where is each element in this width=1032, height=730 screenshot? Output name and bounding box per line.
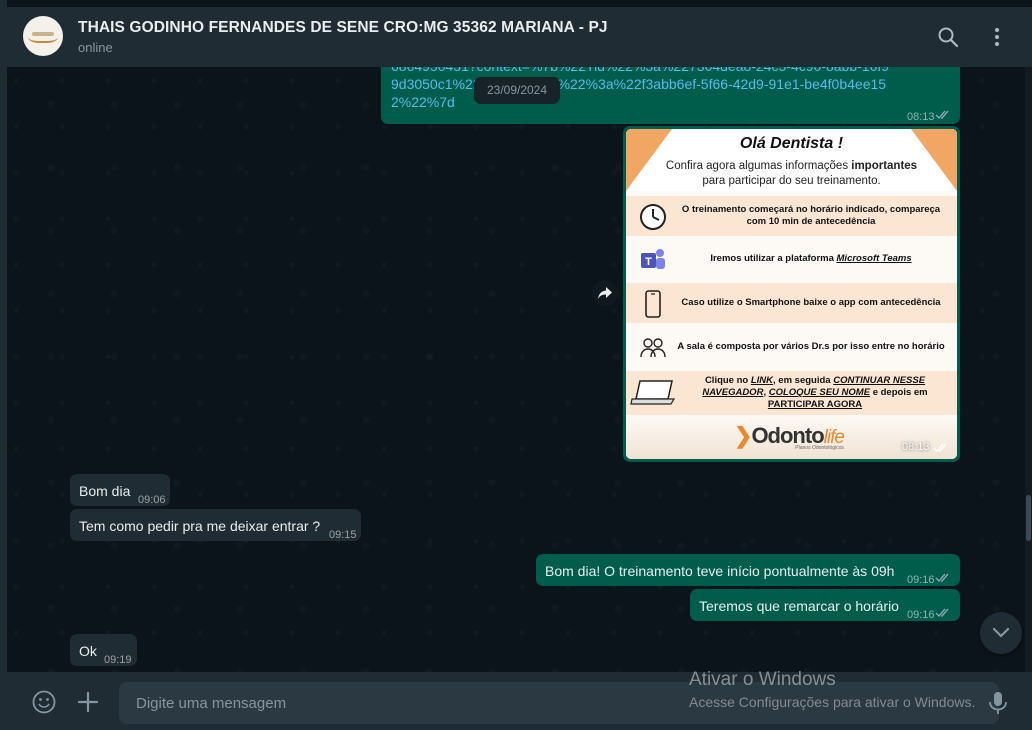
scroll-to-bottom-button[interactable] [980,612,1022,654]
kebab-menu-icon[interactable] [985,25,1009,49]
avatar[interactable] [23,16,63,56]
chevron-down-icon [992,627,1010,638]
flyer-row-laptop: Clique no LINK, em seguida CONTINUAR NES… [626,371,957,415]
scrollbar-thumb[interactable] [1026,495,1031,541]
window-frame [0,0,7,730]
message-time: 09:06 [138,494,166,506]
meeting-link[interactable]: 6864950431?context=%7b%22Tid%22%3a%22730… [391,67,891,111]
microphone-icon[interactable] [987,690,1009,716]
message-text: Bom dia! O treinamento teve início pontu… [545,563,895,579]
chat-scrollbar[interactable] [1025,67,1032,672]
message-time: 09:19 [104,654,132,666]
smartphone-icon [645,290,661,318]
message-text: Teremos que remarcar o horário [699,598,899,614]
message-text: Bom dia [79,483,131,499]
message-text: Tem como pedir pra me deixar entrar ? [79,518,321,534]
odontolife-logo: ❯Odontolife Planos Odontológicos [734,423,845,451]
flyer-row-text: Clique no LINK, em seguida CONTINUAR NES… [702,375,928,410]
double-check-icon [933,443,947,453]
message-time: 08:13 [902,441,930,453]
contact-name[interactable]: THAIS GODINHO FERNANDES DE SENE CRO:MG 3… [78,19,608,37]
message-time: 08:13 [907,111,935,123]
link-message[interactable]: 6864950431?context=%7b%22Tid%22%3a%22730… [381,67,960,124]
flyer-row-text: Caso utilize o Smartphone baixe o app co… [681,297,941,308]
flyer-row-smartphone: Caso utilize o Smartphone baixe o app co… [626,283,957,323]
flyer-row-text: O treinamento começará no horário indica… [681,204,941,227]
date-chip: 23/09/2024 [474,77,560,104]
incoming-message[interactable]: Ok 09:19 [70,634,137,666]
message-list[interactable]: 6864950431?context=%7b%22Tid%22%3a%22730… [7,67,1025,672]
flyer-row-clock: O treinamento começará no horário indica… [626,196,957,236]
forward-button[interactable] [592,280,618,306]
flyer-row-people: A sala é composta por vários Dr.s por is… [626,327,957,367]
windows-activation-subtitle: Acesse Configurações para ativar o Windo… [689,694,976,710]
laptop-icon [630,380,676,405]
windows-activation-title: Ativar o Windows [689,669,836,690]
whatsapp-window: THAIS GODINHO FERNANDES DE SENE CRO:MG 3… [0,0,1032,730]
flyer-row-teams: T Iremos utilizar a plataforma Microsoft… [626,239,957,279]
flyer-title: Olá Dentista ! [739,135,844,152]
message-time: 09:16 [907,609,935,621]
flyer-row-text: A sala é composta por vários Dr.s por is… [677,341,945,352]
chat-header[interactable]: THAIS GODINHO FERNANDES DE SENE CRO:MG 3… [7,7,1032,67]
flyer-footer: ❯Odontolife Planos Odontológicos 08:13 [626,417,957,459]
outgoing-message[interactable]: Teremos que remarcar o horário 09:16 [690,589,960,621]
training-flyer-image[interactable]: Olá Dentista ! Confira agora algumas inf… [626,129,957,459]
incoming-message[interactable]: Bom dia 09:06 [70,474,170,506]
message-text: Ok [79,643,97,659]
double-check-icon [935,110,949,120]
incoming-message[interactable]: Tem como pedir pra me deixar entrar ? 09… [70,509,361,541]
svg-text:T: T [645,256,652,268]
message-time: 09:16 [907,574,935,586]
outgoing-message[interactable]: Bom dia! O treinamento teve início pontu… [536,554,960,586]
contact-status: online [78,40,113,55]
flyer-row-text: Iremos utilizar a plataforma Microsoft T… [710,253,912,264]
flyer-subtitle: Confira agora algumas informações import… [665,160,918,187]
plus-icon[interactable] [75,689,101,715]
double-check-icon [935,608,949,618]
teams-icon: T [641,249,665,269]
avatar-logo-icon [28,29,58,43]
search-icon[interactable] [936,25,960,49]
double-check-icon [935,573,949,583]
clock-icon [640,204,666,230]
image-message[interactable]: Olá Dentista ! Confira agora algumas inf… [623,126,960,462]
forward-icon [598,287,612,299]
people-icon [640,338,666,358]
emoji-icon[interactable] [31,689,57,715]
message-time: 09:15 [329,529,357,541]
